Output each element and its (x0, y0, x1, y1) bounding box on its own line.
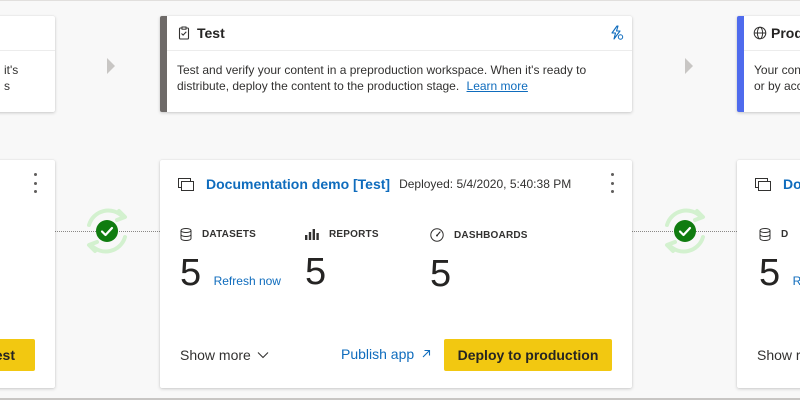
show-more-label: Show r (757, 347, 800, 363)
stage-header (0, 16, 55, 51)
metric-datasets: D 5 Re (759, 228, 800, 293)
gauge-icon (430, 228, 444, 242)
workspace-card-development: est (0, 160, 55, 388)
metric-dashboards: DASHBOARDS 5 (430, 228, 528, 294)
stage-title: Test (197, 25, 225, 41)
stage-card-development: it's s (0, 16, 55, 112)
more-options-icon[interactable] (32, 173, 38, 193)
stage-description-line: Your con (754, 63, 800, 77)
pipeline-settings-icon[interactable] (608, 25, 624, 41)
metric-datasets: DATASETS 5 Refresh now (180, 228, 281, 293)
metric-value: 5 (305, 251, 327, 293)
refresh-now-link[interactable]: Refresh now (214, 274, 281, 288)
clipboard-icon (177, 26, 191, 40)
workspace-icon (755, 177, 771, 191)
workspace-header: Documentation demo [Test] Deployed: 5/4/… (178, 176, 571, 192)
metric-value: 5 (430, 253, 452, 295)
learn-more-link[interactable]: Learn more (467, 79, 528, 93)
workspace-card-test: Documentation demo [Test] Deployed: 5/4/… (160, 160, 632, 388)
workspace-name-link[interactable]: Documentation demo [Test] (206, 176, 390, 192)
refresh-now-link[interactable]: Re (793, 274, 800, 288)
stage-arrow (107, 58, 115, 74)
stage-accent-bar (160, 16, 167, 112)
stage-arrow (685, 58, 693, 74)
stage-accent-bar (737, 16, 744, 112)
top-divider (0, 0, 800, 1)
deploy-to-production-button[interactable]: Deploy to production (444, 339, 612, 371)
stage-description-line: it's (4, 63, 19, 77)
workspace-icon (178, 177, 194, 191)
deploy-to-test-button[interactable]: est (0, 339, 35, 371)
show-more-toggle[interactable]: Show more (180, 347, 269, 363)
sync-success-icon (657, 203, 713, 259)
globe-icon (753, 26, 767, 40)
database-icon (180, 228, 192, 241)
deployed-timestamp: Deployed: 5/4/2020, 5:40:38 PM (399, 177, 572, 191)
publish-app-label: Publish app (341, 346, 415, 362)
workspace-header: Do (755, 176, 800, 192)
sync-success-icon (79, 203, 135, 259)
stage-header: Produ (744, 16, 800, 51)
metric-value: 5 (180, 252, 202, 294)
workspace-card-production: Do D 5 Re Show r (737, 160, 800, 388)
stage-description: it's s (4, 62, 18, 94)
external-link-icon (421, 349, 431, 359)
workspace-name-link[interactable]: Do (783, 176, 800, 192)
stage-description-line: or by acc (754, 79, 800, 93)
stage-card-test: Test Test and verify your content in a p… (160, 16, 632, 112)
stage-description-line: s (4, 79, 10, 93)
stage-title: Produ (771, 25, 800, 41)
metric-value: 5 (759, 252, 781, 294)
more-options-icon[interactable] (609, 173, 615, 193)
metric-label: DATASETS (202, 229, 257, 240)
publish-app-link[interactable]: Publish app (341, 346, 431, 362)
database-icon (759, 228, 771, 241)
metric-reports: REPORTS 5 (305, 228, 379, 292)
metric-label: DASHBOARDS (454, 229, 528, 241)
chevron-down-icon (257, 351, 269, 359)
metric-label: D (781, 229, 789, 240)
stage-header: Test (167, 16, 632, 51)
stage-description: Your con or by acc (754, 62, 800, 94)
stage-description: Test and verify your content in a prepro… (177, 62, 618, 94)
bar-chart-icon (305, 228, 319, 240)
show-more-toggle[interactable]: Show r (757, 347, 800, 363)
metric-label: REPORTS (329, 228, 379, 240)
show-more-label: Show more (180, 347, 251, 363)
stage-card-production: Produ Your con or by acc (737, 16, 800, 112)
